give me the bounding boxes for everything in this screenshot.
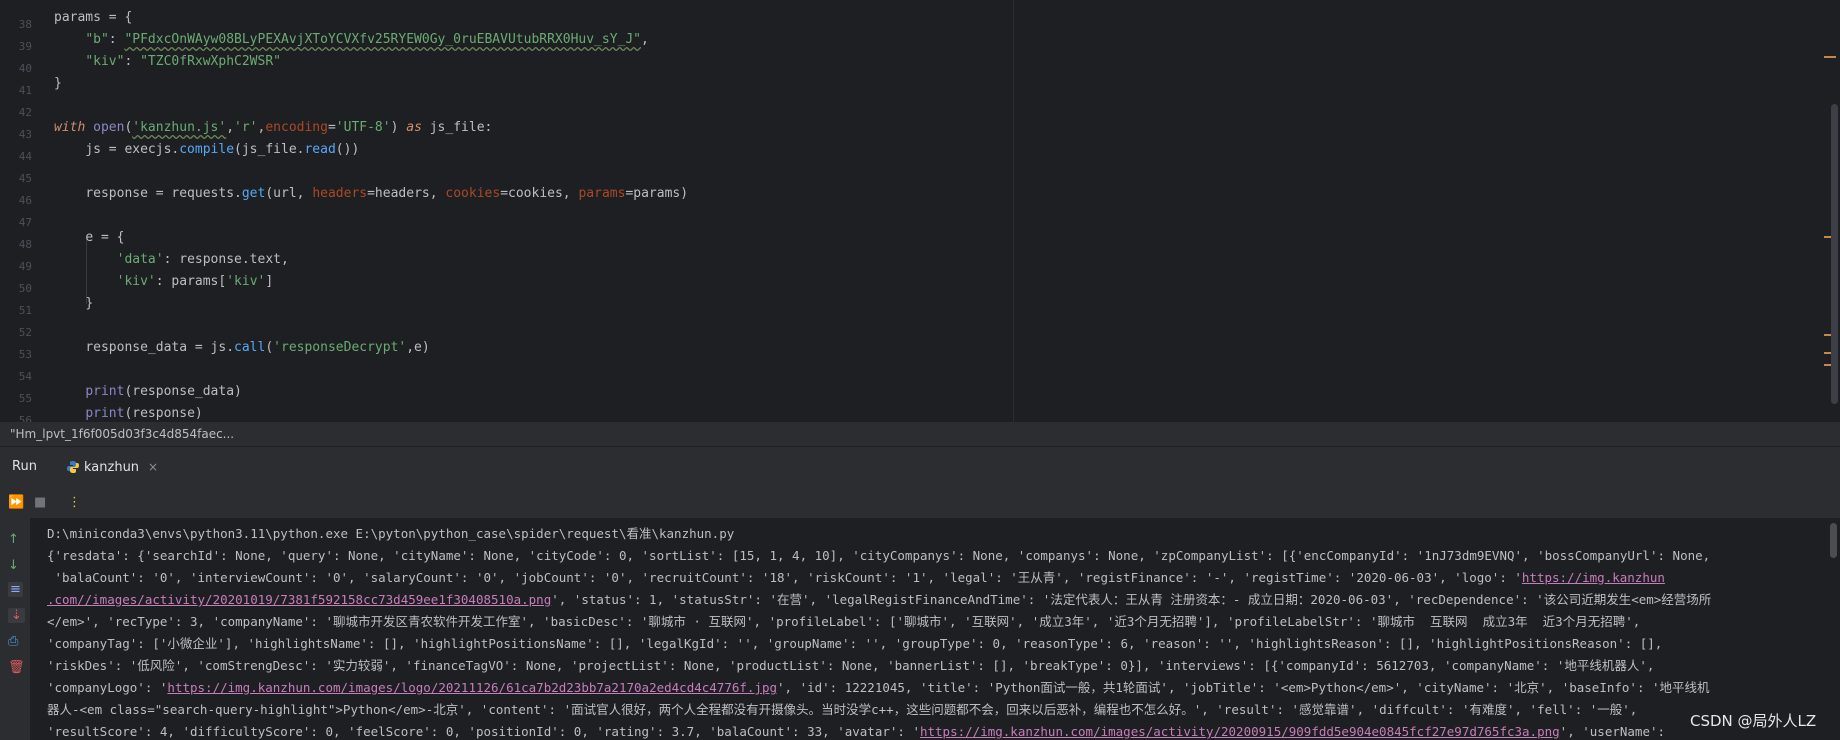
console-side-toolbar: ↑ ↓ ≡ ⇣ ⎙ 🗑 bbox=[0, 518, 30, 740]
code-line-40: "kiv": "TZC0fRxwXphC2WSR" bbox=[85, 54, 281, 69]
arrow-down-icon[interactable]: ↓ bbox=[8, 558, 19, 573]
line-number: 44 bbox=[18, 150, 32, 163]
code-line-51: } bbox=[85, 296, 94, 311]
line-number: 42 bbox=[18, 106, 32, 119]
hint-text: "Hm_lpvt_1f6f005d03f3c4d854faec... bbox=[10, 427, 235, 441]
right-margin-guide bbox=[1013, 0, 1014, 422]
line-number: 52 bbox=[18, 326, 32, 339]
watermark: CSDN @局外人LZ bbox=[1690, 712, 1817, 730]
console-line: 器人-<em class="search-query-highlight">Py… bbox=[47, 702, 1638, 717]
trash-icon[interactable]: 🗑 bbox=[8, 660, 25, 675]
console-line: {'resdata': {'searchId': None, 'query': … bbox=[47, 548, 1711, 563]
line-number: 48 bbox=[18, 238, 32, 251]
line-number: 47 bbox=[18, 216, 32, 229]
line-number: 41 bbox=[18, 84, 32, 97]
code-line-49: 'data': response.text, bbox=[116, 252, 289, 267]
stop-icon[interactable]: ■ bbox=[34, 495, 46, 510]
line-number: 54 bbox=[18, 370, 32, 383]
line-number: 39 bbox=[18, 40, 32, 53]
python-icon bbox=[67, 461, 79, 473]
console-line: .com//images/activity/20201019/7381f5921… bbox=[47, 592, 1712, 607]
code-line-55: print(response_data) bbox=[85, 384, 242, 399]
console-link[interactable]: .com//images/activity/20201019/7381f5921… bbox=[47, 592, 551, 607]
print-icon[interactable]: ⎙ bbox=[8, 634, 18, 649]
code-line-53: response_data = js.call('responseDecrypt… bbox=[85, 340, 430, 355]
code-line-38: params = { bbox=[54, 10, 133, 25]
code-line-39: "b": "PFdxcOnWAyw08BLyPEXAvjXToYCVXfv25R… bbox=[85, 32, 649, 47]
line-number: 56 bbox=[18, 414, 32, 422]
line-number: 46 bbox=[18, 194, 32, 207]
tab-kanzhun[interactable]: kanzhun × bbox=[62, 447, 168, 491]
line-number: 51 bbox=[18, 304, 32, 317]
soft-wrap-icon[interactable]: ≡ bbox=[8, 582, 23, 597]
console-line: 'riskDes': '低风险', 'comStrengDesc': '实力较弱… bbox=[47, 658, 1655, 673]
tab-label: kanzhun bbox=[84, 460, 140, 475]
console-line: 'resultScore': 4, 'difficultyScore': 0, … bbox=[47, 724, 1666, 739]
arrow-up-icon[interactable]: ↑ bbox=[8, 532, 19, 547]
run-panel-title: Run bbox=[12, 459, 37, 474]
console-command-line: D:\miniconda3\envs\python3.11\python.exe… bbox=[47, 526, 735, 541]
console-output[interactable]: D:\miniconda3\envs\python3.11\python.exe… bbox=[30, 518, 1840, 740]
completion-hint[interactable]: "Hm_lpvt_1f6f005d03f3c4d854faec... bbox=[0, 422, 1840, 446]
code-line-43: with open('kanzhun.js','r',encoding='UTF… bbox=[54, 120, 493, 135]
code-line-46: response = requests.get(url, headers=hea… bbox=[85, 186, 689, 201]
code-line-56: print(response) bbox=[85, 406, 203, 421]
code-line-41: } bbox=[54, 76, 62, 91]
line-number: 49 bbox=[18, 260, 32, 273]
console-link[interactable]: https://img.kanzhun bbox=[1522, 570, 1665, 585]
line-number: 53 bbox=[18, 348, 32, 361]
run-tool-window-header: Run kanzhun × bbox=[0, 446, 1840, 491]
code-area[interactable]: params = { "b": "PFdxcOnWAyw08BLyPEXAvjX… bbox=[54, 0, 1840, 422]
console-line: 'companyLogo': 'https://img.kanzhun.com/… bbox=[47, 680, 1710, 695]
line-number: 40 bbox=[18, 62, 32, 75]
line-number: 50 bbox=[18, 282, 32, 295]
warning-marker[interactable] bbox=[1824, 56, 1836, 58]
console-link[interactable]: https://img.kanzhun.com/images/activity/… bbox=[920, 724, 1560, 739]
console-link[interactable]: https://img.kanzhun.com/images/logo/2021… bbox=[167, 680, 777, 695]
code-line-44: js = execjs.compile(js_file.read()) bbox=[85, 142, 360, 157]
line-number: 38 bbox=[18, 18, 32, 31]
close-tab-icon[interactable]: × bbox=[148, 460, 158, 474]
line-number: 45 bbox=[18, 172, 32, 185]
line-number: 55 bbox=[18, 392, 32, 405]
more-options-icon[interactable]: ⋮ bbox=[68, 495, 81, 510]
console-scrollbar[interactable] bbox=[1830, 523, 1837, 558]
console-line: </em>', 'recType': 3, 'companyName': '聊城… bbox=[47, 614, 1641, 629]
line-gutter: 38 39 40 41 42 43 44 45 46 47 48 49 50 5… bbox=[0, 0, 42, 422]
code-line-50: 'kiv': params['kiv'] bbox=[116, 274, 274, 289]
console-line: 'companyTag': ['小微企业'], 'highlightsName'… bbox=[47, 636, 1663, 651]
code-line-48: e = { bbox=[85, 230, 125, 245]
run-toolbar: ⏩ ■ ⋮ bbox=[0, 488, 1840, 519]
editor-scrollbar[interactable] bbox=[1831, 104, 1838, 404]
console-line: 'balaCount': '0', 'interviewCount': '0',… bbox=[47, 570, 1665, 585]
line-number: 43 bbox=[18, 128, 32, 141]
rerun-icon[interactable]: ⏩ bbox=[8, 495, 24, 510]
code-editor[interactable]: 38 39 40 41 42 43 44 45 46 47 48 49 50 5… bbox=[0, 0, 1840, 422]
scroll-to-end-icon[interactable]: ⇣ bbox=[8, 608, 25, 623]
